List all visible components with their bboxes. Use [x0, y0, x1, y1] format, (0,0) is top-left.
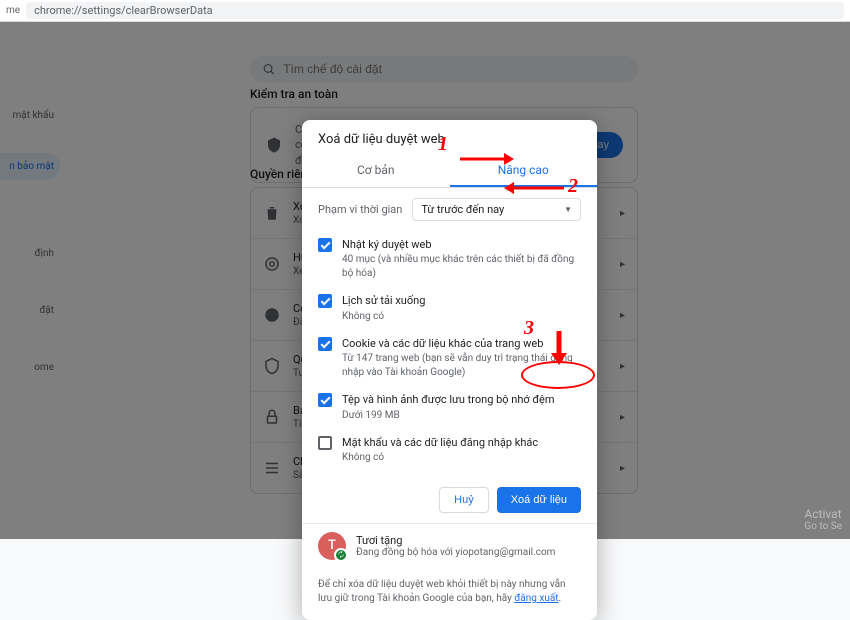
check-passwords[interactable]: Mật khẩu và các dữ liệu đăng nhập khácKh… [318, 429, 581, 471]
annotation-arrow-3 [549, 329, 569, 365]
annotation-1: 1 [438, 133, 448, 156]
annotation-3: 3 [524, 317, 534, 340]
time-range-select[interactable]: Từ trước đến nay ▼ [412, 198, 581, 221]
annotation-arrow-1 [458, 152, 514, 166]
checkbox[interactable] [318, 436, 332, 450]
avatar: T [318, 532, 346, 560]
checkbox[interactable] [318, 294, 332, 308]
dialog-title: Xoá dữ liệu duyệt web [302, 120, 597, 155]
signout-link[interactable]: đăng xuất [514, 593, 558, 604]
checkbox[interactable] [318, 337, 332, 351]
check-download-history[interactable]: Lịch sử tải xuốngKhông có [318, 287, 581, 329]
sync-badge-icon [334, 548, 348, 562]
cancel-button[interactable]: Huỷ [439, 487, 489, 513]
user-name: Tươi tặng [356, 534, 555, 547]
annotation-circle [521, 361, 595, 389]
tab-basic[interactable]: Cơ bản [302, 155, 450, 187]
checkbox[interactable] [318, 238, 332, 252]
dialog-actions: Huỷ Xoá dữ liệu [302, 477, 597, 523]
tab-label: me [6, 5, 20, 16]
annotation-2: 2 [568, 175, 578, 198]
dialog-footer: Để chỉ xóa dữ liệu duyệt web khỏi thiết … [302, 568, 597, 620]
user-row: T Tươi tặng Đang đồng bộ hóa với yiopota… [302, 523, 597, 568]
check-cache[interactable]: Tệp và hình ảnh được lưu trong bộ nhớ đệ… [318, 386, 581, 428]
user-sync-status: Đang đồng bộ hóa với yiopotang@gmail.com [356, 547, 555, 558]
time-range-label: Phạm vi thời gian [318, 203, 402, 216]
chevron-down-icon: ▼ [564, 205, 572, 214]
checkbox[interactable] [318, 393, 332, 407]
watermark: Activat Go to Se [804, 507, 842, 533]
check-browsing-history[interactable]: Nhật ký duyệt web40 mục (và nhiều mục kh… [318, 231, 581, 287]
annotation-arrow-2 [502, 181, 564, 195]
address-bar: me chrome://settings/clearBrowserData [0, 0, 850, 22]
clear-data-button[interactable]: Xoá dữ liệu [497, 487, 581, 513]
address-input[interactable]: chrome://settings/clearBrowserData [26, 2, 844, 19]
time-range-value: Từ trước đến nay [421, 203, 504, 216]
